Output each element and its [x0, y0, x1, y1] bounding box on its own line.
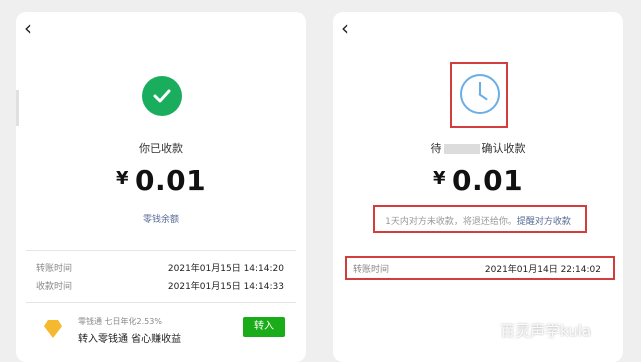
receive-time-value: 2021年01月15日 14:14:33 — [167, 281, 284, 292]
amount-value: 0.01 — [451, 164, 524, 197]
currency-symbol: ¥ — [115, 168, 129, 189]
payment-status: 待 确认收款 — [333, 140, 623, 156]
scroll-indicator — [16, 90, 19, 126]
clock-minute-hand — [478, 93, 488, 101]
amount-value: 0.01 — [134, 164, 207, 197]
watermark: 百灵声学kula — [500, 322, 592, 340]
masked-name — [443, 144, 480, 154]
transfer-time-label: 转账时间 — [36, 263, 73, 274]
receive-time-label: 收款时间 — [36, 281, 73, 292]
remind-link[interactable]: 提醒对方收款 — [517, 217, 571, 227]
refund-notice: 1天内对方未收款，将退还给你。提醒对方收款 — [333, 214, 623, 227]
amount-display: ¥0.01 — [16, 164, 306, 197]
payment-status: 你已收款 — [139, 142, 183, 155]
pending-transfer-panel: ‹ 待 确认收款 ¥0.01 1天内对方未收款，将退还给你。提醒对方收款 转账时间… — [333, 12, 623, 362]
transfer-time-row: 转账时间 2021年01月14日 22:14:02 — [353, 260, 601, 276]
transfer-time-row: 转账时间 2021年01月15日 14:14:20 — [36, 259, 284, 275]
amount-display: ¥0.01 — [333, 164, 623, 197]
back-icon[interactable]: ‹ — [341, 16, 349, 40]
transfer-time-value: 2021年01月15日 14:14:20 — [167, 263, 284, 274]
transfer-time-label: 转账时间 — [353, 264, 390, 275]
transfer-time-value: 2021年01月14日 22:14:02 — [484, 264, 601, 275]
notice-text: 1天内对方未收款，将退还给你。 — [385, 217, 517, 227]
divider — [26, 250, 296, 251]
diamond-icon — [44, 320, 62, 338]
divider — [26, 302, 296, 303]
promo-subtitle: 零钱通 七日年化2.53% — [78, 317, 162, 326]
currency-symbol: ¥ — [432, 168, 446, 189]
status-prefix: 待 — [430, 142, 442, 155]
received-transfer-panel: ‹ 你已收款 ¥0.01 零钱余额 转账时间 2021年01月15日 14:14… — [16, 12, 306, 362]
transfer-in-button[interactable]: 转入 — [243, 317, 285, 337]
promo-title: 转入零钱通 省心赚收益 — [78, 334, 182, 345]
receive-time-row: 收款时间 2021年01月15日 14:14:33 — [36, 277, 284, 293]
back-icon[interactable]: ‹ — [24, 16, 32, 40]
balance-link[interactable]: 零钱余额 — [16, 212, 306, 225]
check-circle-icon — [142, 76, 182, 116]
clock-icon — [460, 74, 500, 114]
status-suffix: 确认收款 — [481, 142, 526, 155]
change-pass-promo: 零钱通 七日年化2.53% 转入零钱通 省心赚收益 转入 — [16, 310, 306, 360]
